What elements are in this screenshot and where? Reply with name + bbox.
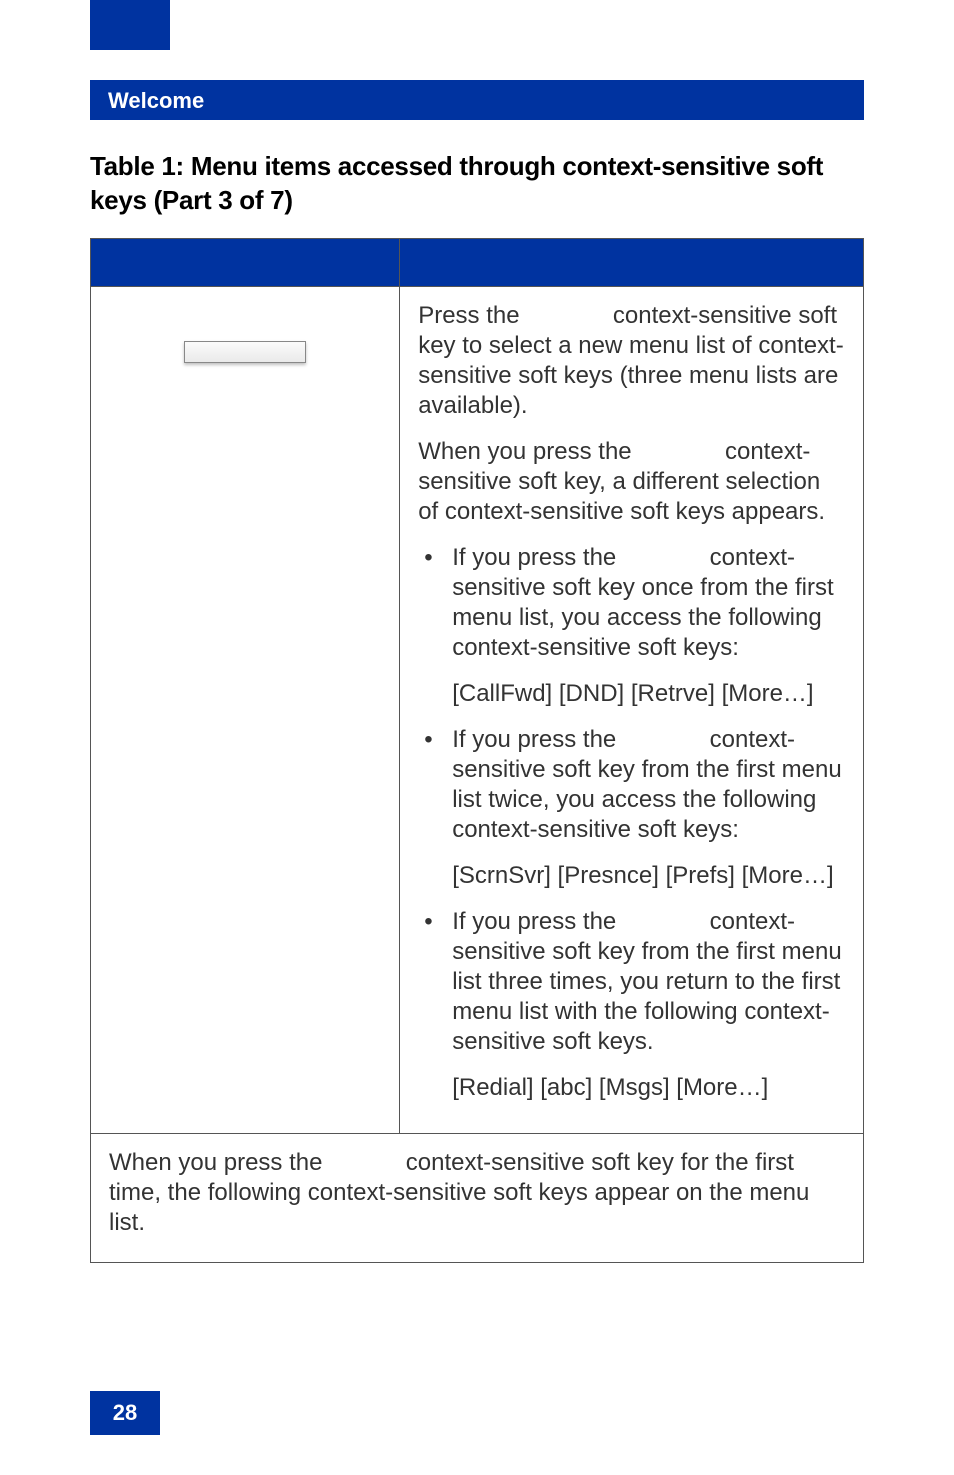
softkey-sequence: [ScrnSvr] [Presnce] [Prefs] [More…] (418, 861, 845, 891)
softkey-sequence: [CallFwd] [DND] [Retrve] [More…] (418, 679, 845, 709)
text: If you press the (452, 544, 623, 571)
table-header-right (400, 238, 864, 286)
text: When you press the (109, 1149, 329, 1176)
bullet-list: If you press the context-sensitive soft … (418, 725, 845, 845)
context-keys-table: Press the context-sensitive soft key to … (90, 238, 864, 1263)
table-header-row (91, 238, 864, 286)
table-cell-right: Press the context-sensitive soft key to … (400, 286, 864, 1133)
table-cell-left (91, 286, 400, 1133)
page-content: Table 1: Menu items accessed through con… (90, 150, 864, 1263)
section-header: Welcome (90, 80, 864, 120)
table-header-left (91, 238, 400, 286)
softkey-icon (184, 341, 306, 363)
page-number-box: 28 (90, 1391, 160, 1435)
bullet-list: If you press the context-sensitive soft … (418, 543, 845, 663)
table-row: Press the context-sensitive soft key to … (91, 286, 864, 1133)
list-item: If you press the context-sensitive soft … (418, 543, 845, 663)
paragraph: When you press the context-sensitive sof… (418, 437, 845, 527)
text: Press the (418, 302, 526, 329)
table-footrow-cell: When you press the context-sensitive sof… (91, 1133, 864, 1262)
text: If you press the (452, 726, 623, 753)
text: If you press the (452, 908, 623, 935)
header-accent-bar (90, 0, 170, 50)
softkey-sequence: [Redial] [abc] [Msgs] [More…] (418, 1073, 845, 1103)
bullet-list: If you press the context-sensitive soft … (418, 907, 845, 1057)
table-footrow: When you press the context-sensitive sof… (91, 1133, 864, 1262)
paragraph: Press the context-sensitive soft key to … (418, 301, 845, 421)
list-item: If you press the context-sensitive soft … (418, 907, 845, 1057)
section-header-label: Welcome (108, 88, 204, 113)
table-caption: Table 1: Menu items accessed through con… (90, 150, 864, 218)
page-number: 28 (113, 1400, 137, 1426)
text: When you press the (418, 438, 638, 465)
list-item: If you press the context-sensitive soft … (418, 725, 845, 845)
